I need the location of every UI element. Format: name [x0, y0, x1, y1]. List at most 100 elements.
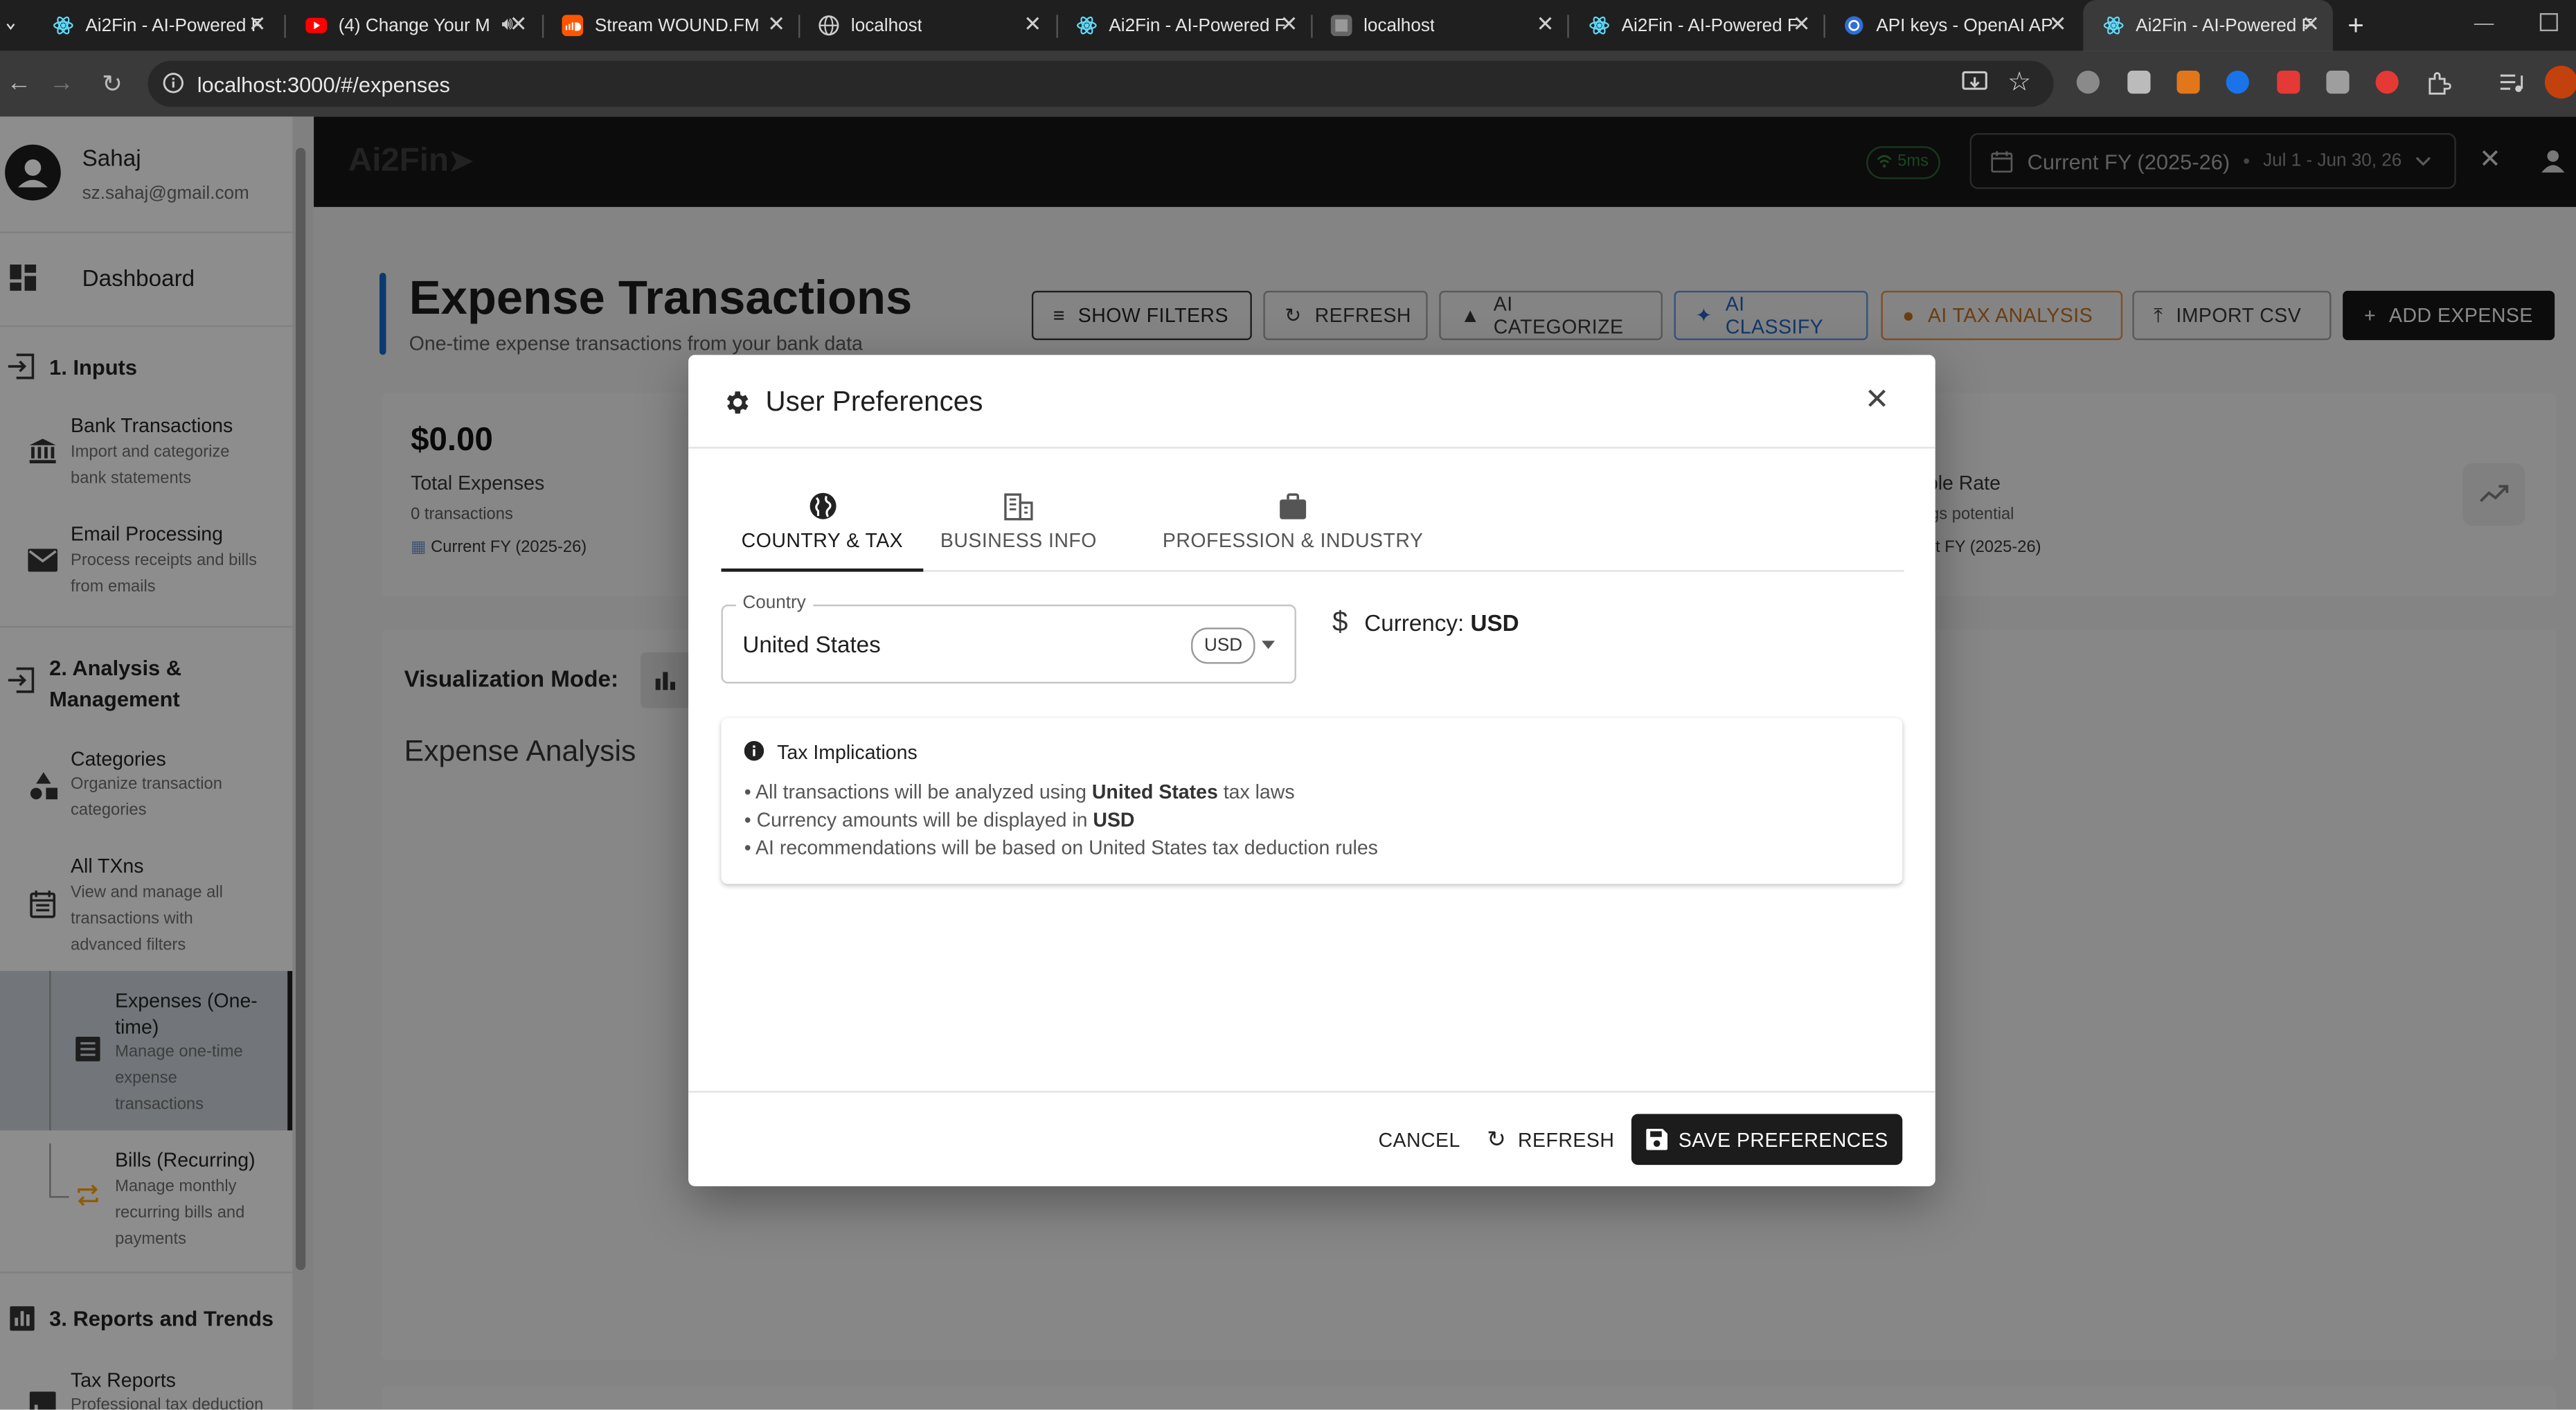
tab-title: Ai2Fin - AI-Powered F: [1621, 15, 1798, 36]
tab-country-tax[interactable]: COUNTRY & TAX: [721, 486, 924, 572]
tab-label: BUSINESS INFO: [940, 528, 1097, 553]
tab-title: Stream WOUND.FM: [594, 15, 760, 36]
browser-tab[interactable]: localhost ✕: [1311, 0, 1567, 51]
divider: [688, 447, 1935, 449]
save-icon: [1645, 1128, 1667, 1150]
cancel-button[interactable]: CANCEL: [1378, 1114, 1460, 1166]
forward-arrow-icon[interactable]: →: [49, 69, 74, 97]
browser-tab[interactable]: Ai2Fin - AI-Powered F ✕: [33, 0, 279, 51]
close-tab-icon[interactable]: ✕: [1536, 12, 1554, 36]
site-info-icon[interactable]: [163, 72, 184, 93]
metamask-extension-icon[interactable]: [2176, 71, 2200, 94]
back-arrow-icon[interactable]: ←: [6, 69, 31, 97]
camera-extension-icon[interactable]: [2127, 71, 2151, 94]
browser-tab[interactable]: Ai2Fin - AI-Powered F ✕: [1056, 0, 1311, 51]
tab-search-chevron-icon[interactable]: [0, 0, 17, 51]
text: tax laws: [1217, 780, 1295, 804]
preferences-tabs: COUNTRY & TAX BUSINESS INFO PROFESSION &…: [721, 486, 1904, 572]
close-tab-icon[interactable]: ✕: [2049, 12, 2067, 36]
tab-profession-industry[interactable]: PROFESSION & INDUSTRY: [1159, 486, 1428, 570]
k-extension-icon[interactable]: [2326, 71, 2350, 94]
media-control-icon[interactable]: [2498, 72, 2523, 93]
dropdown-caret-icon[interactable]: [1262, 641, 1276, 650]
info-icon: [744, 740, 764, 761]
country-value: United States: [742, 631, 881, 657]
tab-title: localhost: [850, 15, 922, 36]
dollar-icon: $: [1332, 606, 1348, 638]
globe-favicon-icon: [819, 15, 839, 36]
close-dialog-icon[interactable]: ✕: [1865, 383, 1890, 418]
profile-avatar[interactable]: [2544, 65, 2576, 99]
tab-label: COUNTRY & TAX: [741, 528, 904, 553]
close-tab-icon[interactable]: ✕: [767, 12, 785, 36]
new-tab-plus-icon[interactable]: +: [2347, 10, 2364, 42]
close-tab-icon[interactable]: ✕: [2302, 12, 2320, 36]
refresh-preferences-button[interactable]: ↻ REFRESH: [1487, 1114, 1614, 1166]
bookmark-star-icon[interactable]: ☆: [2007, 66, 2031, 98]
user-preferences-dialog: User Preferences ✕ COUNTRY & TAX BUSINES…: [688, 355, 1935, 1186]
tab-title: Ai2Fin - AI-Powered F: [2136, 15, 2313, 36]
tax-line-1: • All transactions will be analyzed usin…: [744, 780, 1295, 803]
browser-tab[interactable]: Stream WOUND.FM ✕: [542, 0, 798, 51]
localhost-favicon-icon: [1330, 15, 1352, 37]
tax-line-3: • AI recommendations will be based on Un…: [744, 836, 1378, 859]
hand-extension-icon[interactable]: [2277, 71, 2300, 94]
maximize-icon[interactable]: [2539, 12, 2558, 32]
currency-value: USD: [1470, 609, 1519, 636]
briefcase-icon: [1280, 493, 1307, 519]
url-field[interactable]: localhost:3000/#/expenses: [147, 60, 2054, 107]
country-select[interactable]: Country United States USD: [721, 593, 1296, 684]
country-label: Country: [735, 593, 813, 613]
tab-business-info[interactable]: BUSINESS INFO: [935, 486, 1102, 570]
globe-icon: [809, 492, 836, 519]
close-tab-icon[interactable]: ✕: [510, 12, 528, 36]
react-favicon-icon: [53, 16, 73, 35]
extensions-puzzle-icon[interactable]: [2426, 71, 2451, 96]
refresh-icon: ↻: [1487, 1125, 1507, 1152]
dialog-title: User Preferences: [765, 386, 983, 418]
browser-tab[interactable]: (4) Change Your M 🔊︎ ✕: [286, 0, 541, 51]
text: • All transactions will be analyzed usin…: [744, 780, 1092, 804]
tab-title: API keys - OpenAI AP: [1876, 15, 2053, 36]
gear-icon: [726, 391, 749, 414]
button-label: SAVE PREFERENCES: [1678, 1127, 1888, 1151]
currency-chip: USD: [1191, 627, 1256, 664]
youtube-favicon-icon: [305, 17, 328, 33]
text-bold: United States: [1091, 780, 1218, 804]
red-extension-icon[interactable]: [2375, 71, 2399, 94]
text: • Currency amounts will be displayed in: [744, 808, 1093, 832]
tax-implications-card: Tax Implications • All transactions will…: [721, 717, 1903, 884]
reload-icon[interactable]: ↻: [102, 69, 123, 98]
url-text: localhost:3000/#/expenses: [197, 71, 450, 96]
tax-implications-title: Tax Implications: [777, 740, 918, 765]
tax-line-2: • Currency amounts will be displayed in …: [744, 808, 1135, 831]
save-preferences-button[interactable]: SAVE PREFERENCES: [1631, 1114, 1903, 1166]
button-label: REFRESH: [1517, 1127, 1615, 1151]
shield-extension-icon[interactable]: [2076, 71, 2100, 94]
openai-favicon-icon: [1845, 16, 1863, 35]
currency-display: $ Currency: USD: [1332, 606, 1519, 639]
tab-title: (4) Change Your M: [338, 15, 490, 36]
tab-title: Ai2Fin - AI-Powered F: [85, 15, 262, 36]
browser-tab-bar: Ai2Fin - AI-Powered F ✕ (4) Change Your …: [0, 0, 2576, 51]
browser-tab[interactable]: Ai2Fin - AI-Powered F ✕: [1569, 0, 1824, 51]
browser-tab-active[interactable]: Ai2Fin - AI-Powered F ✕: [2083, 0, 2333, 51]
browser-tab[interactable]: localhost ✕: [798, 0, 1055, 51]
minimize-icon[interactable]: —: [2474, 12, 2494, 35]
install-app-icon[interactable]: [1962, 71, 1988, 96]
text-bold: USD: [1093, 808, 1135, 832]
building-icon: [1004, 493, 1033, 521]
browser-tab[interactable]: API keys - OpenAI AP ✕: [1823, 0, 2079, 51]
react-favicon-icon: [2103, 16, 2124, 35]
screen: Ai2Fin - AI-Powered F ✕ (4) Change Your …: [0, 0, 2576, 1410]
tab-title: localhost: [1363, 15, 1435, 36]
close-tab-icon[interactable]: ✕: [1023, 12, 1041, 36]
tab-label: PROFESSION & INDUSTRY: [1162, 528, 1424, 553]
button-label: CANCEL: [1378, 1127, 1460, 1151]
divider: [688, 1091, 1935, 1093]
close-tab-icon[interactable]: ✕: [1793, 12, 1811, 36]
blue-extension-icon[interactable]: [2226, 71, 2249, 94]
close-tab-icon[interactable]: ✕: [1280, 12, 1298, 36]
browser-address-bar: ← → ↻ localhost:3000/#/expenses ☆: [0, 51, 2576, 117]
close-tab-icon[interactable]: ✕: [248, 12, 266, 36]
